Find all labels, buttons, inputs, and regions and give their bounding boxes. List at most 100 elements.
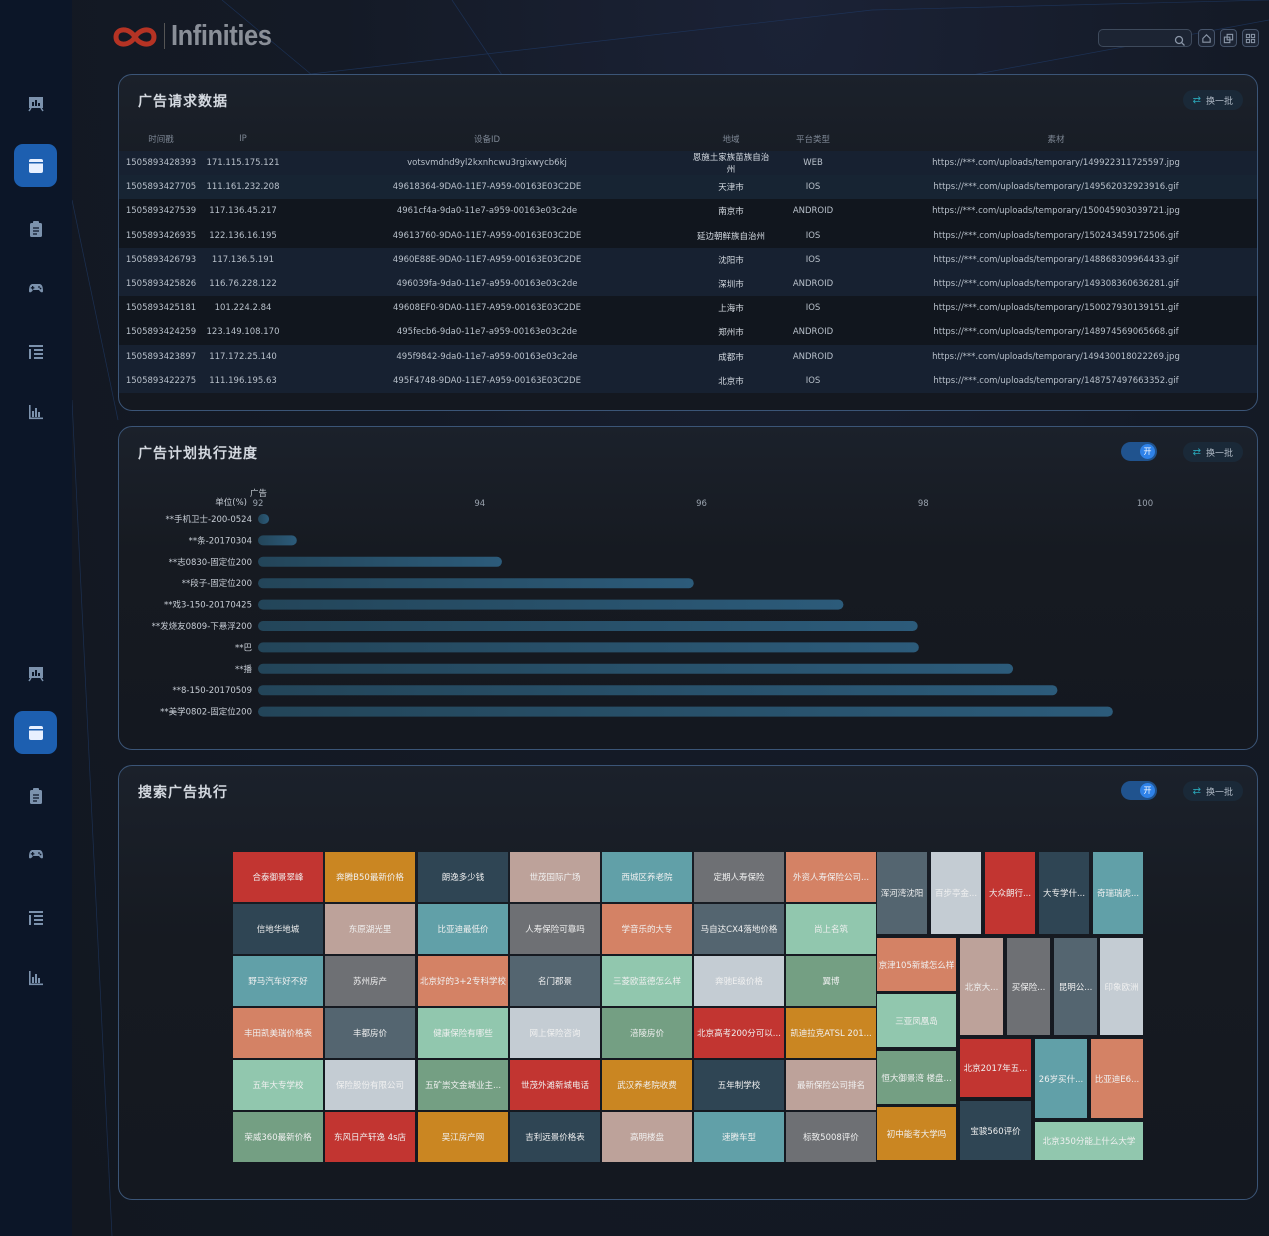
- progress-bar[interactable]: [258, 642, 919, 653]
- treemap-tile[interactable]: 大专学什...: [1039, 852, 1089, 934]
- treemap-tile[interactable]: 健康保险有哪些: [418, 1008, 508, 1058]
- treemap-tile[interactable]: 东原湖光里: [325, 904, 415, 954]
- treemap-tile[interactable]: 朗逸多少钱: [418, 852, 508, 902]
- treemap-tile[interactable]: 吉利远景价格表: [510, 1112, 600, 1162]
- sidebar-item-clipboard[interactable]: [14, 207, 57, 250]
- treemap-tile[interactable]: 凯迪拉克ATSL 201...: [786, 1008, 876, 1058]
- treemap-tile[interactable]: 初中能考大学吗: [877, 1107, 956, 1160]
- toggle-switch[interactable]: 开: [1121, 781, 1157, 800]
- treemap-tile[interactable]: 翼博: [786, 956, 876, 1006]
- treemap-tile[interactable]: 武汉养老院收费: [602, 1060, 692, 1110]
- treemap-tile[interactable]: 合泰御景翠峰: [233, 852, 323, 902]
- treemap-tile[interactable]: 百步亭金...: [931, 852, 981, 934]
- sidebar-item-list[interactable]: [14, 896, 57, 939]
- treemap-tile[interactable]: 信地华地城: [233, 904, 323, 954]
- progress-bar[interactable]: [258, 599, 844, 610]
- table-row[interactable]: 1505893425826 116.76.228.122 496039fa-9da0…: [119, 271, 1257, 297]
- treemap-tile[interactable]: 西城区养老院: [602, 852, 692, 902]
- treemap-tile[interactable]: 丰都房价: [325, 1008, 415, 1058]
- sidebar-item-dashboard[interactable]: [14, 82, 57, 125]
- sidebar-item-window[interactable]: [14, 711, 57, 754]
- progress-bar[interactable]: [258, 663, 1014, 674]
- treemap-tile[interactable]: 东风日产轩逸 4s店: [325, 1112, 415, 1162]
- search-icon[interactable]: [1174, 32, 1186, 46]
- sidebar-item-gamepad[interactable]: [14, 832, 57, 875]
- treemap-tile[interactable]: 马自达CX4落地价格: [694, 904, 784, 954]
- treemap-tile[interactable]: 标致5008评价: [786, 1112, 876, 1162]
- table-row[interactable]: 1505893426935 122.136.16.195 49613760-9DA0…: [119, 223, 1257, 248]
- treemap-tile[interactable]: 26岁买什...: [1035, 1039, 1087, 1118]
- treemap-tile[interactable]: 五年大专学校: [233, 1060, 323, 1110]
- sidebar-item-bar-chart[interactable]: [14, 956, 57, 999]
- treemap-tile[interactable]: 北京好的3+2专科学校: [418, 956, 508, 1006]
- table-row[interactable]: 1505893423897 117.172.25.140 495f9842-9da0…: [119, 344, 1257, 369]
- progress-bar[interactable]: [258, 621, 918, 631]
- treemap-tile[interactable]: 网上保险咨询: [510, 1008, 600, 1058]
- search-input[interactable]: [1099, 34, 1171, 51]
- sidebar-item-list[interactable]: [14, 330, 57, 373]
- progress-bar[interactable]: [258, 706, 1113, 717]
- table-row[interactable]: 1505893426793 117.136.5.191 4960E88E-9DA0-…: [119, 247, 1257, 272]
- progress-bar[interactable]: [258, 578, 694, 589]
- table-row[interactable]: 1505893428393 171.115.175.121 votsvmdnd9yl…: [119, 151, 1257, 176]
- treemap-tile[interactable]: 高明楼盘: [602, 1112, 692, 1162]
- copy-button[interactable]: [1220, 29, 1237, 47]
- treemap-tile[interactable]: 最新保险公司排名: [786, 1060, 876, 1110]
- treemap-tile[interactable]: 北京350分能上什么大学: [1035, 1122, 1143, 1160]
- progress-bar[interactable]: [258, 535, 297, 546]
- treemap-tile[interactable]: 五年制学校: [694, 1060, 784, 1110]
- treemap-tile[interactable]: 奔腾B50最新价格: [325, 852, 415, 902]
- treemap-tile[interactable]: 外资人寿保险公司...: [786, 852, 876, 902]
- treemap-tile[interactable]: 丰田凯美瑞价格表: [233, 1008, 323, 1058]
- table-row[interactable]: 1505893422275 111.196.195.63 495F4748-9DA0…: [119, 368, 1257, 393]
- refresh-batch-button[interactable]: ⇄ 换一批: [1182, 90, 1243, 110]
- treemap-tile[interactable]: 浑河湾沈阳: [877, 852, 927, 934]
- treemap-tile[interactable]: 昆明公...: [1054, 938, 1097, 1035]
- treemap-tile[interactable]: 世茂国际广场: [510, 852, 600, 902]
- treemap-tile[interactable]: 印象欧洲: [1100, 938, 1143, 1035]
- treemap-tile[interactable]: 北京大...: [960, 938, 1003, 1035]
- treemap-tile[interactable]: 奔驰E级价格: [694, 956, 784, 1006]
- table-row[interactable]: 1505893424259 123.149.108.170 495fecb6-9da…: [119, 320, 1257, 345]
- treemap-tile[interactable]: 学音乐的大专: [602, 904, 692, 954]
- treemap-tile[interactable]: 速腾车型: [694, 1112, 784, 1162]
- progress-bar[interactable]: [258, 556, 502, 567]
- table-row[interactable]: 1505893427539 117.136.45.217 4961cf4a-9da0…: [119, 199, 1257, 224]
- sidebar-item-gamepad[interactable]: [14, 266, 57, 309]
- treemap-tile[interactable]: 比亚迪最低价: [418, 904, 508, 954]
- treemap-tile[interactable]: 苏州房产: [325, 956, 415, 1006]
- treemap-tile[interactable]: 京津105新城怎么样: [877, 938, 956, 991]
- sidebar-item-dashboard[interactable]: [14, 652, 57, 695]
- treemap-tile[interactable]: 世茂外滩新城电话: [510, 1060, 600, 1110]
- treemap-tile[interactable]: 大众朗行...: [985, 852, 1035, 934]
- treemap-tile[interactable]: 涪陵房价: [602, 1008, 692, 1058]
- treemap-tile[interactable]: 尚上名筑: [786, 904, 876, 954]
- treemap-tile[interactable]: 比亚迪E6...: [1091, 1039, 1143, 1118]
- treemap-tile[interactable]: 吴江房产网: [418, 1112, 508, 1162]
- sidebar-item-bar-chart[interactable]: [14, 390, 57, 433]
- treemap-tile[interactable]: 保险股份有限公司: [325, 1060, 415, 1110]
- treemap-tile[interactable]: 宝骏560评价: [960, 1101, 1031, 1160]
- treemap-tile[interactable]: 北京2017年五...: [960, 1039, 1031, 1097]
- treemap-tile[interactable]: 人寿保险可靠吗: [510, 904, 600, 954]
- table-row[interactable]: 1505893427705 111.161.232.208 49618364-9DA…: [119, 175, 1257, 200]
- treemap-tile[interactable]: 野马汽车好不好: [233, 956, 323, 1006]
- treemap-tile[interactable]: 买保险...: [1007, 938, 1050, 1035]
- treemap-tile[interactable]: 北京高考200分可以...: [694, 1008, 784, 1058]
- sidebar-item-window[interactable]: [14, 144, 57, 187]
- progress-bar[interactable]: [258, 685, 1058, 696]
- treemap-tile[interactable]: 荣威360最新价格: [233, 1112, 323, 1162]
- treemap-tile[interactable]: 名门郡景: [510, 956, 600, 1006]
- table-row[interactable]: 1505893425181 101.224.2.84 49608EF0-9DA0-1…: [119, 296, 1257, 321]
- treemap-tile[interactable]: 奇瑞瑞虎...: [1093, 852, 1143, 934]
- treemap-tile[interactable]: 定期人寿保险: [694, 852, 784, 902]
- grid-button[interactable]: [1242, 29, 1259, 47]
- treemap-tile[interactable]: 三菱欧蓝德怎么样: [602, 956, 692, 1006]
- treemap-tile[interactable]: 三亚凤凰岛: [877, 994, 956, 1047]
- search-box[interactable]: [1098, 29, 1192, 51]
- treemap-tile[interactable]: 五矿崇文金城业主...: [418, 1060, 508, 1110]
- treemap-tile[interactable]: 恒大御景湾 楼盘...: [877, 1051, 956, 1104]
- sidebar-item-clipboard[interactable]: [14, 774, 57, 817]
- refresh-batch-button[interactable]: ⇄ 换一批: [1182, 781, 1243, 801]
- progress-bar[interactable]: [258, 514, 270, 524]
